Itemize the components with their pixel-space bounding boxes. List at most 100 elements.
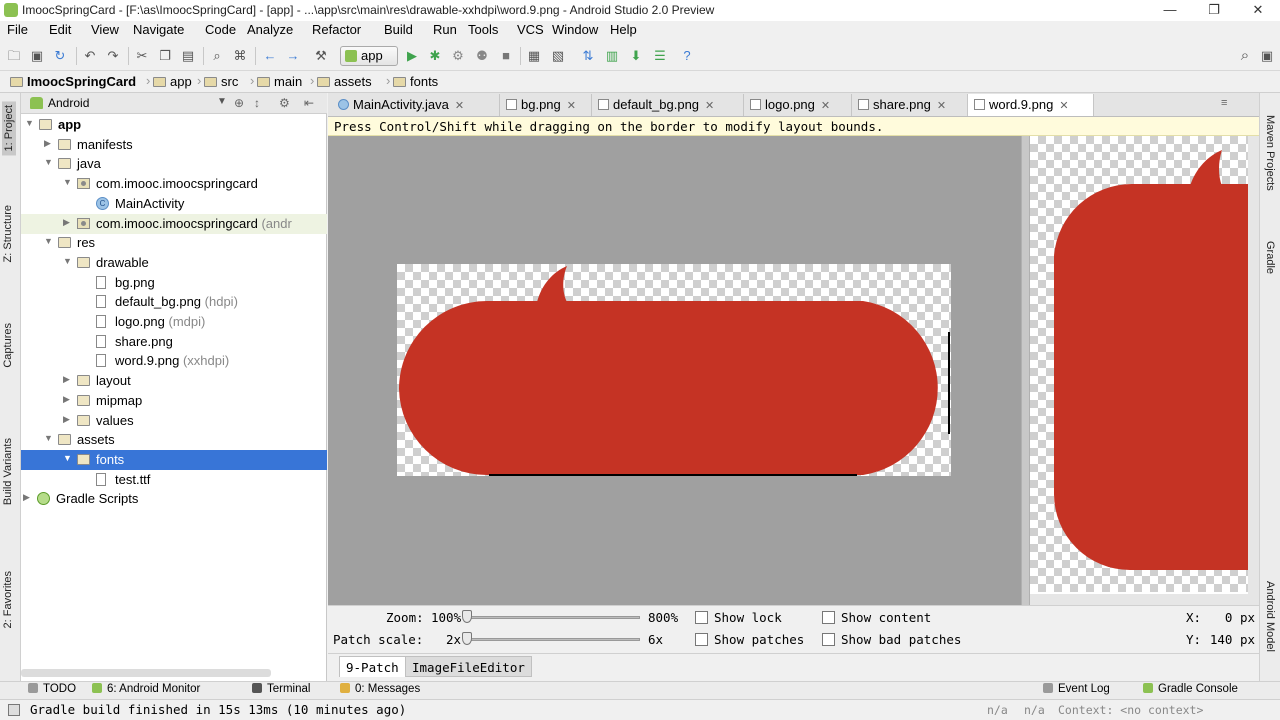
tree-item[interactable]: ▼ assets: [21, 430, 327, 450]
tool-tab-todo[interactable]: TODO: [28, 683, 76, 695]
tab-default-bg-png[interactable]: default_bg.png ✕: [592, 94, 744, 116]
coverage-icon[interactable]: ⚉: [474, 48, 490, 64]
menu-refactor[interactable]: Refactor: [312, 22, 361, 37]
tree-item[interactable]: bg.png: [21, 273, 327, 293]
forward-icon[interactable]: →: [285, 48, 301, 64]
back-icon[interactable]: ←: [262, 48, 278, 64]
paste-icon[interactable]: ▤: [180, 48, 196, 64]
menu-run[interactable]: Run: [433, 22, 457, 37]
tree-item[interactable]: share.png: [21, 332, 327, 352]
breadcrumb-main[interactable]: main: [257, 73, 302, 91]
hide-panel-icon[interactable]: ⇤: [304, 96, 314, 110]
show-patches-checkbox[interactable]: [695, 633, 708, 646]
zoom-slider-thumb[interactable]: [462, 610, 472, 623]
collapse-all-icon[interactable]: ↕: [254, 96, 260, 110]
tree-item[interactable]: C MainActivity: [21, 194, 327, 214]
tree-item[interactable]: ▶ com.imooc.imoocspringcard (andr: [21, 213, 327, 234]
menu-view[interactable]: View: [91, 22, 119, 37]
run-icon[interactable]: ▶: [404, 48, 420, 64]
cut-icon[interactable]: ✂: [134, 48, 150, 64]
tree-item[interactable]: default_bg.png (hdpi): [21, 292, 327, 312]
expanded-arrow-icon[interactable]: ▼: [63, 453, 72, 463]
menu-window[interactable]: Window: [552, 22, 598, 37]
tool-tab-project[interactable]: 1: Project: [2, 101, 16, 156]
tab-bg-png[interactable]: bg.png ✕: [500, 94, 592, 116]
stop-icon[interactable]: ■: [498, 48, 514, 64]
breadcrumb-assets[interactable]: assets: [317, 73, 372, 91]
help-icon[interactable]: ?: [679, 48, 695, 64]
debug-icon[interactable]: ✱: [427, 48, 443, 64]
tree-item[interactable]: word.9.png (xxhdpi): [21, 351, 327, 371]
tree-item[interactable]: ▶ layout: [21, 371, 327, 391]
chevron-down-icon[interactable]: ▼: [217, 96, 227, 107]
tree-item[interactable]: ▼ java: [21, 154, 327, 174]
menu-vcs[interactable]: VCS: [517, 22, 544, 37]
show-content-checkbox[interactable]: [822, 611, 835, 624]
undo-icon[interactable]: ↶: [82, 48, 98, 64]
close-tab-icon[interactable]: ✕: [705, 100, 714, 112]
project-view-select[interactable]: Android: [48, 96, 89, 110]
vertical-scrollbar[interactable]: [1248, 136, 1259, 605]
search-icon[interactable]: ⌕: [1237, 48, 1253, 64]
project-structure-icon[interactable]: ▦: [526, 48, 542, 64]
show-lock-checkbox[interactable]: [695, 611, 708, 624]
save-icon[interactable]: ▣: [29, 48, 45, 64]
find-icon[interactable]: ⌕: [209, 48, 225, 64]
tree-item[interactable]: test.ttf: [21, 470, 327, 490]
tree-item[interactable]: ▼ drawable: [21, 253, 327, 273]
expanded-arrow-icon[interactable]: ▼: [63, 177, 72, 187]
collapsed-arrow-icon[interactable]: ▶: [63, 217, 70, 228]
tree-item[interactable]: ▼ fonts: [21, 449, 327, 470]
layout-icon[interactable]: ▣: [1259, 48, 1275, 64]
minimize-button[interactable]: —: [1148, 0, 1192, 21]
tool-tab-android-model[interactable]: Android Model: [1264, 581, 1276, 652]
status-toggle-icon[interactable]: [8, 704, 20, 716]
tool-tab-gradle[interactable]: Gradle: [1264, 241, 1276, 274]
tool-tab-gradle-console[interactable]: Gradle Console: [1143, 683, 1238, 695]
tool-tab-terminal[interactable]: Terminal: [252, 683, 310, 695]
android-device-monitor-icon[interactable]: ☰: [652, 48, 668, 64]
replace-icon[interactable]: ⌘: [232, 48, 248, 64]
tool-tab-maven-projects[interactable]: Maven Projects: [1264, 115, 1276, 191]
tool-tab-favorites[interactable]: 2: Favorites: [2, 571, 14, 628]
tab-logo-png[interactable]: logo.png ✕: [744, 94, 852, 116]
sdk-icon[interactable]: ⬇: [628, 48, 644, 64]
tab-mainactivity-java[interactable]: MainActivity.java ✕: [332, 94, 500, 116]
breadcrumb-app[interactable]: app: [153, 73, 192, 91]
sync-icon[interactable]: ↻: [52, 48, 68, 64]
tree-item[interactable]: ▶ Gradle Scripts: [21, 489, 327, 509]
sdk-manager-icon[interactable]: ▧: [550, 48, 566, 64]
scroll-from-source-icon[interactable]: ⊕: [234, 96, 244, 110]
breadcrumb-project[interactable]: ImoocSpringCard: [10, 73, 136, 91]
close-tab-icon[interactable]: ✕: [821, 100, 830, 112]
tool-tab-android-monitor[interactable]: 6: Android Monitor: [92, 683, 200, 695]
tool-tab-structure[interactable]: Z: Structure: [2, 205, 14, 262]
menu-analyze[interactable]: Analyze: [247, 22, 293, 37]
tree-item[interactable]: ▶ manifests: [21, 135, 327, 155]
tree-item[interactable]: ▼ app: [21, 115, 327, 135]
close-tab-icon[interactable]: ✕: [455, 100, 464, 112]
tool-tab-event-log[interactable]: Event Log: [1043, 683, 1110, 695]
show-bad-patches-checkbox[interactable]: [822, 633, 835, 646]
close-tab-icon[interactable]: ✕: [567, 100, 576, 112]
menu-file[interactable]: File: [7, 22, 28, 37]
expanded-arrow-icon[interactable]: ▼: [44, 236, 53, 246]
expanded-arrow-icon[interactable]: ▼: [44, 433, 53, 443]
menu-help[interactable]: Help: [610, 22, 637, 37]
tab-share-png[interactable]: share.png ✕: [852, 94, 968, 116]
horizontal-scrollbar[interactable]: [21, 669, 271, 677]
expanded-arrow-icon[interactable]: ▼: [25, 118, 34, 128]
close-tab-icon[interactable]: ✕: [1059, 100, 1068, 112]
collapsed-arrow-icon[interactable]: ▶: [63, 394, 70, 405]
tool-tab-captures[interactable]: Captures: [2, 323, 14, 368]
tree-item[interactable]: ▶ values: [21, 411, 327, 431]
menu-build[interactable]: Build: [384, 22, 413, 37]
menu-edit[interactable]: Edit: [49, 22, 71, 37]
maximize-button[interactable]: ❐: [1192, 0, 1236, 21]
collapsed-arrow-icon[interactable]: ▶: [63, 414, 70, 425]
tool-tab-build-variants[interactable]: Build Variants: [2, 438, 14, 505]
nine-patch-canvas[interactable]: [328, 136, 1021, 605]
patch-scale-slider-thumb[interactable]: [462, 632, 472, 645]
redo-icon[interactable]: ↷: [105, 48, 121, 64]
run-configuration-select[interactable]: app ▼: [340, 46, 398, 80]
